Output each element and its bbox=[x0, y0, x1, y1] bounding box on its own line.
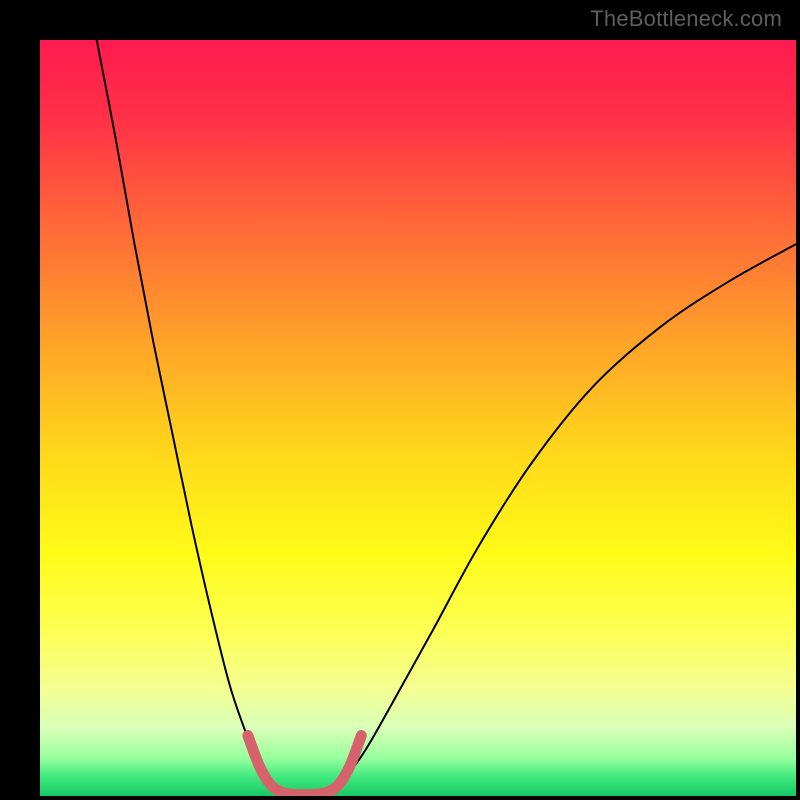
gradient-background bbox=[40, 40, 796, 796]
chart-container: TheBottleneck.com bbox=[0, 0, 800, 800]
plot-area bbox=[40, 40, 796, 796]
watermark-label: TheBottleneck.com bbox=[590, 6, 782, 32]
chart-svg bbox=[40, 40, 796, 796]
